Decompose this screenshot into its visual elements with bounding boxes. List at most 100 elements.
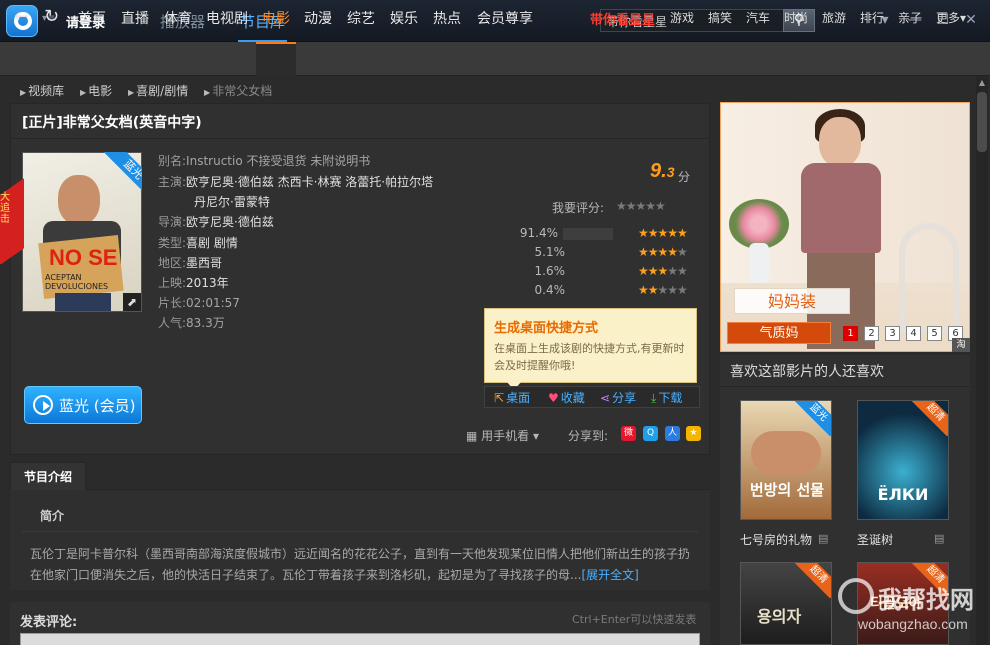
share-label: 分享到: [568, 429, 609, 443]
director-link[interactable]: 欧亨尼奥·德伯兹 [186, 215, 274, 229]
rec-poster-3[interactable]: 용의자 超清 [740, 562, 832, 645]
shortcut-tooltip: 生成桌面快捷方式 在桌面上生成该剧的快捷方式,有更新时会及时提醒你哦! [484, 308, 697, 390]
playlist-icon[interactable]: ▤ [818, 532, 828, 545]
chair-image [899, 223, 959, 333]
meta-release: 上映:2013年 [158, 276, 229, 290]
nav-sports[interactable]: 体育 [164, 8, 192, 28]
nav-entertainment[interactable]: 娱乐 [390, 8, 418, 28]
mobile-watch-button[interactable]: ▦ 用手机看 ▾ [466, 427, 539, 444]
rating-percent: 0.4% [534, 283, 566, 297]
meta-popularity: 人气:83.3万 [158, 316, 225, 330]
promo-ribbon: 大追击 [0, 178, 24, 264]
tab-intro[interactable]: 节目介绍 [10, 462, 86, 490]
favorite-button[interactable]: ♥ 收藏 [548, 389, 585, 406]
tooltip-title: 生成桌面快捷方式 [494, 321, 599, 336]
nav-vip[interactable]: 会员尊享 [477, 8, 533, 28]
playlist-icon[interactable]: ▤ [934, 532, 944, 545]
expand-text-link[interactable]: [展开全文] [581, 568, 638, 582]
rec-poster-2[interactable]: ЁЛКИ 超清 [857, 400, 949, 520]
desktop-shortcut-button[interactable]: ⇱ 桌面 [494, 389, 530, 406]
rating-percent: 5.1% [534, 245, 566, 259]
ad-page-1[interactable]: 1 [843, 326, 858, 341]
meta-cast: 主演:欧亨尼奥·德伯兹 杰西卡·林赛 洛蕾托·帕拉尔塔 [158, 175, 434, 189]
play-icon [33, 395, 53, 415]
watermark-url: wobangzhao.com [858, 616, 968, 632]
qq-icon[interactable]: Q [643, 426, 658, 441]
divider [10, 138, 710, 139]
my-rating-stars[interactable]: ★★★★★ [616, 199, 666, 213]
nav-tv[interactable]: 电视剧 [206, 8, 248, 28]
bluray-ribbon: 蓝光 [92, 152, 142, 202]
ad-page-5[interactable]: 5 [927, 326, 942, 341]
qzone-icon[interactable]: ★ [686, 426, 701, 441]
weibo-icon[interactable]: 微 [621, 426, 636, 441]
renren-icon[interactable]: 人 [665, 426, 680, 441]
comment-input[interactable] [20, 633, 700, 645]
vase-image [749, 243, 769, 283]
nav-variety[interactable]: 综艺 [347, 8, 375, 28]
rec-poster-1[interactable]: 번방의 선물 蓝光 [740, 400, 832, 520]
nav-family[interactable]: 亲子 [898, 9, 922, 26]
download-icon: ⤓ [651, 391, 657, 405]
nav-fashion[interactable]: 时尚 [784, 9, 808, 26]
rec-name-2[interactable]: 圣诞树 [857, 531, 893, 548]
tooltip-body: 在桌面上生成该剧的快捷方式,有更新时会及时提醒你哦! [494, 342, 685, 372]
meta-alias: 别名:Instructio 不接受退货 未附说明书 [158, 154, 371, 168]
scrollbar[interactable] [976, 76, 988, 645]
nav-promo[interactable]: 带你看星星 [590, 9, 655, 28]
score: 9.3 [650, 160, 675, 182]
nav-ranking[interactable]: 排行 [860, 9, 884, 26]
crumb-item[interactable]: ▶ 视频库 [20, 84, 64, 98]
crumb-current: ▶ 非常父女档 [204, 84, 273, 98]
heart-icon: ♥ [548, 391, 559, 405]
my-rating-label: 我要评分: [552, 201, 605, 215]
score-unit: 分 [678, 170, 691, 184]
movie-title: [正片]非常父女档(英音中字) [22, 115, 202, 131]
crumb-item[interactable]: ▶ 电影 [80, 84, 112, 98]
cast-link[interactable]: 欧亨尼奥·德伯兹 杰西卡·林赛 洛蕾托·帕拉尔塔 [186, 175, 433, 189]
ad-page-3[interactable]: 3 [885, 326, 900, 341]
rating-stars: ★★★★★ [638, 264, 688, 278]
refresh-icon[interactable]: ↻ [44, 6, 59, 27]
poster-title: NO SE [49, 245, 118, 270]
nav-hot[interactable]: 热点 [433, 8, 461, 28]
rating-stars: ★★★★★ [638, 226, 688, 240]
intro-subtitle: 简介 [40, 509, 65, 523]
ad-page-2[interactable]: 2 [864, 326, 879, 341]
meta-cast-2[interactable]: 丹尼尔·雷蒙特 [194, 193, 270, 210]
back-icon[interactable]: ← [14, 6, 29, 27]
poster-subtitle: ACEPTAN DEVOLUCIONES [45, 273, 109, 291]
download-button[interactable]: ⤓ 下载 [651, 389, 682, 406]
ad-page-4[interactable]: 4 [906, 326, 921, 341]
rating-row: 0.4% ★★★★★ [500, 283, 700, 297]
shortcut-icon: ⇱ [494, 391, 505, 405]
rating-stars: ★★★★★ [638, 283, 688, 297]
rating-row: 91.4% ★★★★★ [500, 226, 700, 240]
watermark-logo [838, 578, 874, 614]
meta-genre: 类型:喜剧 剧情 [158, 236, 238, 250]
nav-live[interactable]: 直播 [121, 8, 149, 28]
watermark-text: 我帮找网 [878, 586, 974, 614]
scroll-thumb[interactable] [977, 92, 987, 152]
expand-icon[interactable]: ⬈ [123, 293, 141, 311]
nav-more[interactable]: 更多▾ [936, 9, 966, 26]
recommend-title: 喜欢这部影片的人还喜欢 [730, 364, 884, 380]
nav-travel[interactable]: 旅游 [822, 9, 846, 26]
nav-movie[interactable]: 电影 [262, 8, 290, 28]
divider [86, 489, 710, 490]
crumb-item[interactable]: ▶ 喜剧/剧情 [128, 84, 188, 98]
nav-anime[interactable]: 动漫 [304, 8, 332, 28]
scroll-up-icon[interactable]: ▲ [976, 78, 988, 90]
rec-name-1[interactable]: 七号房的礼物 [740, 531, 812, 548]
nav-home[interactable]: 首页 [78, 8, 106, 28]
rating-percent: 91.4% [519, 226, 558, 240]
share-button[interactable]: ⋖ 分享 [600, 389, 636, 406]
nav-cars[interactable]: 汽车 [746, 9, 770, 26]
ad-banner[interactable] [720, 102, 970, 352]
flowers-image [729, 199, 789, 249]
vip-play-button[interactable]: 蓝光 (会员) [24, 386, 142, 424]
ad-button[interactable]: 气质妈 [727, 322, 831, 344]
nav-games[interactable]: 游戏 [670, 9, 694, 26]
ad-tag: 妈妈装 [734, 288, 850, 314]
nav-funny[interactable]: 搞笑 [708, 9, 732, 26]
